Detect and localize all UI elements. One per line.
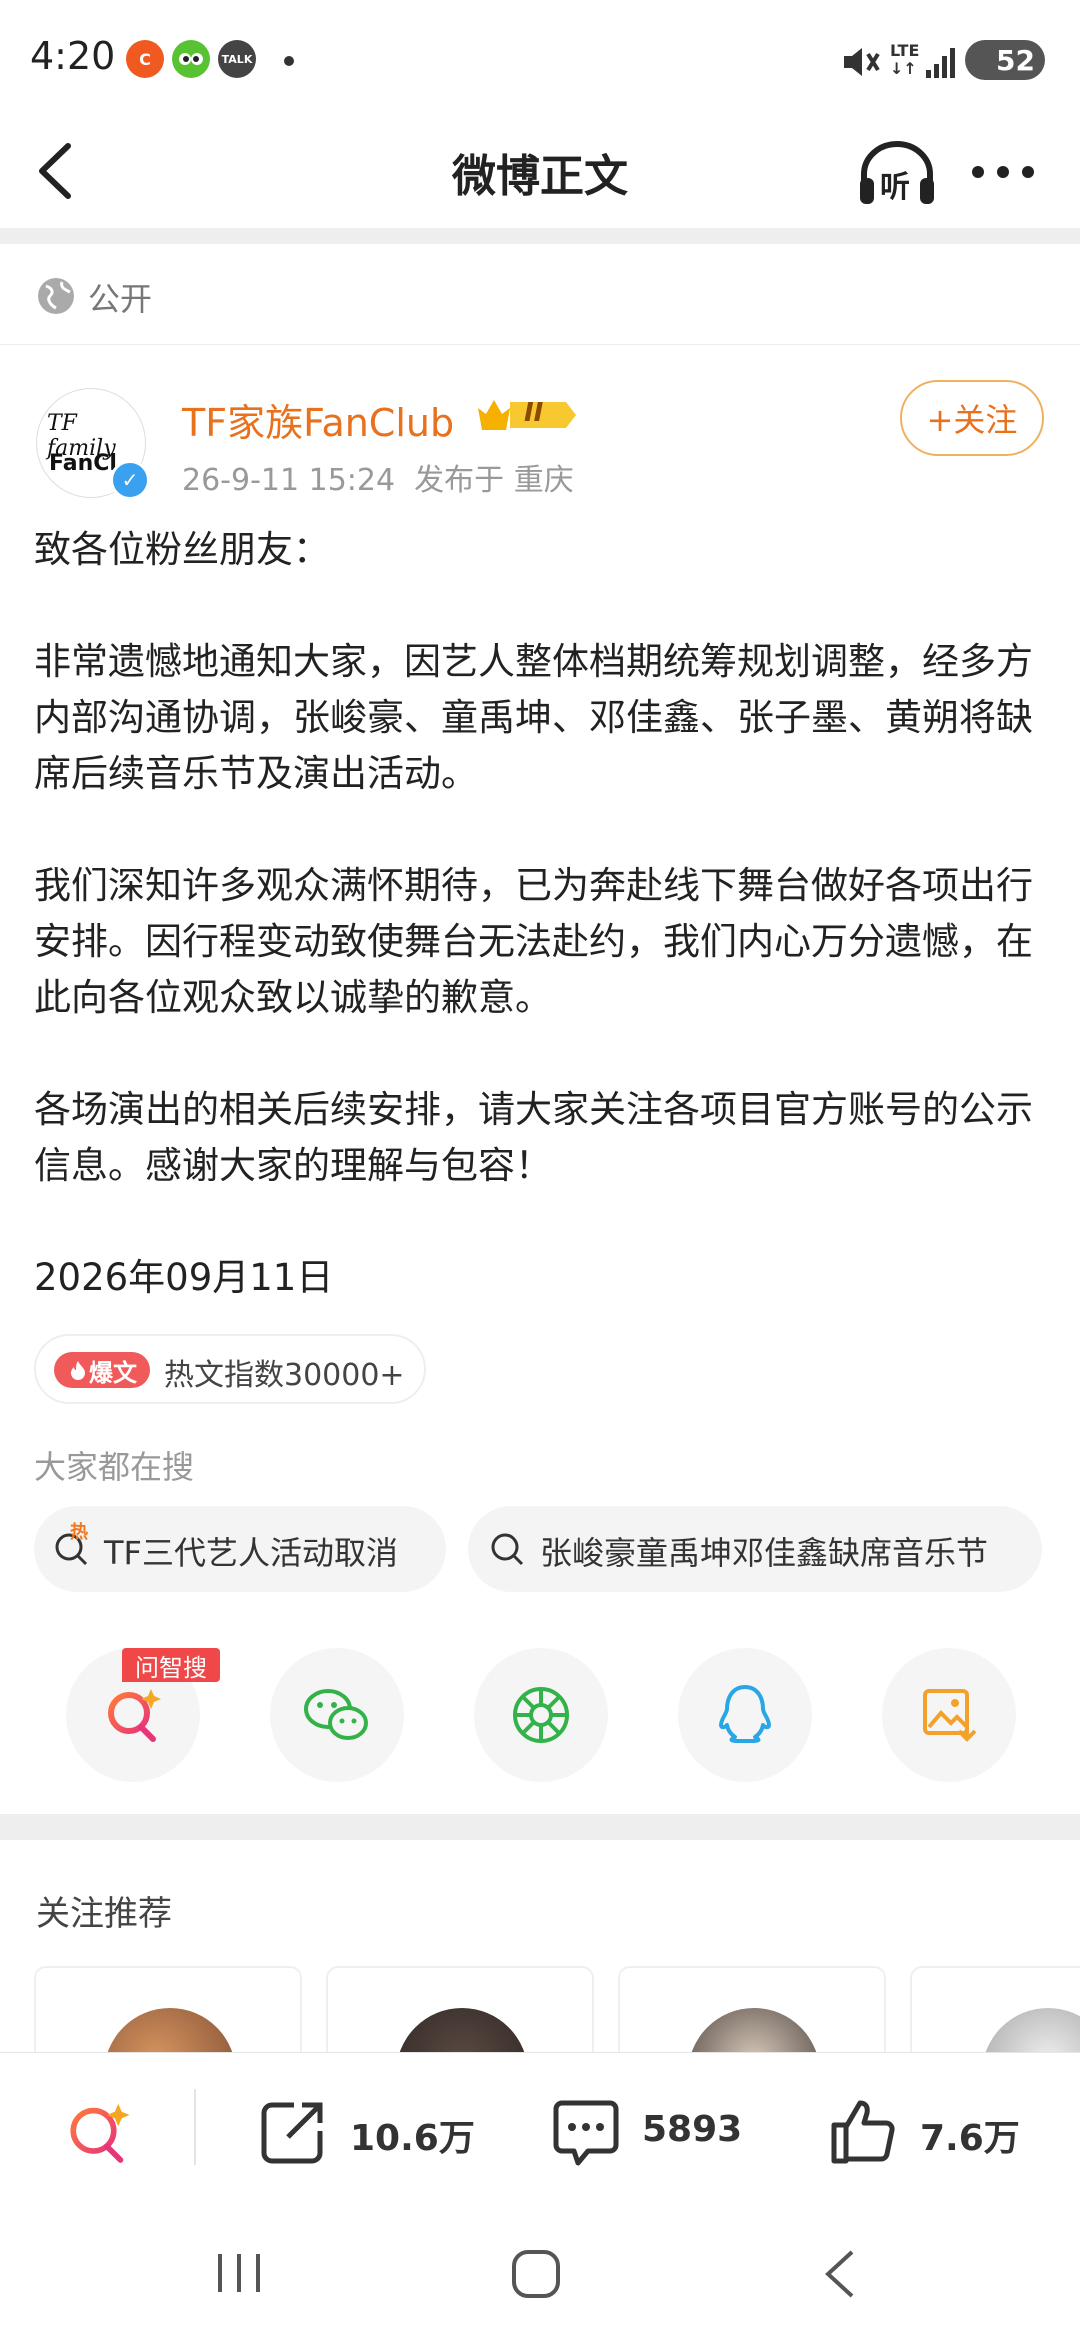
qq-icon bbox=[719, 1685, 771, 1743]
separator bbox=[194, 2089, 196, 2165]
fire-icon bbox=[71, 1361, 85, 1380]
share-wechat-button[interactable] bbox=[270, 1648, 404, 1782]
search-suggestion-text: TF三代艺人活动取消 bbox=[104, 1534, 398, 1572]
moments-icon bbox=[513, 1687, 569, 1743]
status-bar: 4:20 C TALK LTE ↓↑ 52 bbox=[0, 0, 1080, 118]
like-button[interactable]: 7.6万 bbox=[828, 2091, 1048, 2175]
share-qq-button[interactable] bbox=[678, 1648, 812, 1782]
signal-icon bbox=[926, 48, 955, 78]
post-paragraph: 非常遗憾地通知大家，因艺人整体档期统筹规划调整，经多方内部沟通协调，张峻豪、童禹… bbox=[34, 640, 1033, 795]
save-image-icon bbox=[923, 1689, 977, 1742]
globe-icon bbox=[38, 278, 74, 314]
share-moments-button[interactable] bbox=[474, 1648, 608, 1782]
comment-button[interactable]: 5893 bbox=[550, 2091, 750, 2175]
search-suggestion[interactable]: 张峻豪童禹坤邓佳鑫缺席音乐节 bbox=[468, 1506, 1042, 1592]
post-date-line: 2026年09月11日 bbox=[34, 1256, 334, 1299]
avatar-logo-line2: FanCl bbox=[49, 451, 117, 476]
trending-search-heading: 大家都在搜 bbox=[34, 1448, 195, 1486]
vip-level-badge: II bbox=[474, 394, 578, 436]
repost-icon bbox=[261, 2102, 323, 2164]
repost-button[interactable]: 10.6万 bbox=[258, 2091, 478, 2175]
post-content: 致各位粉丝朋友： 非常遗憾地通知大家，因艺人整体档期统筹规划调整，经多方内部沟通… bbox=[34, 522, 1044, 1362]
post-paragraph: 我们深知许多观众满怀期待，已为奔赴线下舞台做好各项出行安排。因行程变动致使舞台无… bbox=[34, 864, 1033, 1019]
hot-tag: 爆文 bbox=[54, 1352, 150, 1388]
hot-mark: 热 bbox=[70, 1522, 88, 1543]
listen-label: 听 bbox=[880, 170, 910, 205]
status-time: 4:20 bbox=[30, 34, 116, 78]
thumbs-up-icon bbox=[831, 2100, 895, 2164]
post-paragraph: 致各位粉丝朋友： bbox=[34, 528, 330, 571]
divider bbox=[0, 228, 1080, 244]
recommend-heading: 关注推荐 bbox=[36, 1894, 172, 1934]
recommend-avatar bbox=[982, 2008, 1080, 2056]
top-nav: 微博正文 听 bbox=[0, 118, 1080, 226]
follow-button[interactable]: +关注 bbox=[900, 380, 1044, 456]
network-type: LTE ↓↑ bbox=[890, 41, 920, 78]
hot-index-chip[interactable]: 爆文 热文指数30000+ bbox=[34, 1334, 426, 1404]
post-date: 26-9-11 15:24 bbox=[182, 463, 396, 498]
home-icon[interactable] bbox=[510, 2248, 562, 2300]
wechat-icon bbox=[304, 1689, 368, 1740]
recommend-avatar bbox=[104, 2008, 236, 2056]
listen-button[interactable]: 听 bbox=[856, 138, 938, 208]
post-paragraph: 各场演出的相关后续安排，请大家关注各项目官方账号的公示信息。感谢大家的理解与包容… bbox=[34, 1088, 1033, 1187]
search-icon bbox=[491, 1533, 524, 1566]
ai-search-icon[interactable] bbox=[62, 2097, 134, 2169]
hot-index-text: 热文指数30000+ bbox=[164, 1358, 405, 1393]
comment-count: 5893 bbox=[642, 2109, 743, 2150]
mute-icon bbox=[844, 48, 880, 76]
divider bbox=[0, 1814, 1080, 1840]
system-nav-bar bbox=[0, 2212, 1080, 2340]
more-options-icon[interactable] bbox=[970, 162, 1036, 182]
recommend-avatar bbox=[688, 2008, 820, 2056]
author-name[interactable]: TF家族FanClub bbox=[182, 392, 454, 447]
save-image-button[interactable] bbox=[882, 1648, 1016, 1782]
c-app-icon: C bbox=[126, 40, 164, 78]
recommend-card[interactable] bbox=[326, 1966, 594, 2056]
bottom-action-bar: 10.6万 5893 7.6万 bbox=[0, 2052, 1080, 2213]
wenzhisou-search-icon bbox=[108, 1689, 161, 1742]
system-back-icon[interactable] bbox=[820, 2248, 860, 2300]
post-location: 发布于 重庆 bbox=[414, 463, 574, 498]
recommend-card[interactable] bbox=[34, 1966, 302, 2056]
like-count: 7.6万 bbox=[920, 2118, 1020, 2159]
battery-indicator: 52 bbox=[965, 40, 1045, 80]
verified-badge-icon: ✓ bbox=[110, 460, 150, 500]
wenzhisou-tag: 问智搜 bbox=[122, 1648, 220, 1682]
recommend-card[interactable] bbox=[618, 1966, 886, 2056]
repost-count: 10.6万 bbox=[350, 2118, 475, 2159]
duolingo-icon bbox=[172, 40, 210, 78]
notification-dot-icon bbox=[284, 56, 294, 66]
recommend-card[interactable] bbox=[910, 1966, 1080, 2056]
vip-level: II bbox=[524, 398, 544, 428]
comment-icon bbox=[553, 2100, 619, 2166]
search-suggestion-text: 张峻豪童禹坤邓佳鑫缺席音乐节 bbox=[540, 1534, 989, 1572]
visibility-row: 公开 bbox=[0, 246, 1080, 345]
visibility-label: 公开 bbox=[88, 280, 153, 318]
talk-icon: TALK bbox=[218, 40, 256, 78]
recent-apps-icon[interactable] bbox=[214, 2250, 264, 2296]
post-meta: 26-9-11 15:24 发布于 重庆 bbox=[182, 455, 574, 499]
recommend-avatar bbox=[396, 2008, 528, 2056]
search-suggestion[interactable]: 热 TF三代艺人活动取消 bbox=[34, 1506, 446, 1592]
